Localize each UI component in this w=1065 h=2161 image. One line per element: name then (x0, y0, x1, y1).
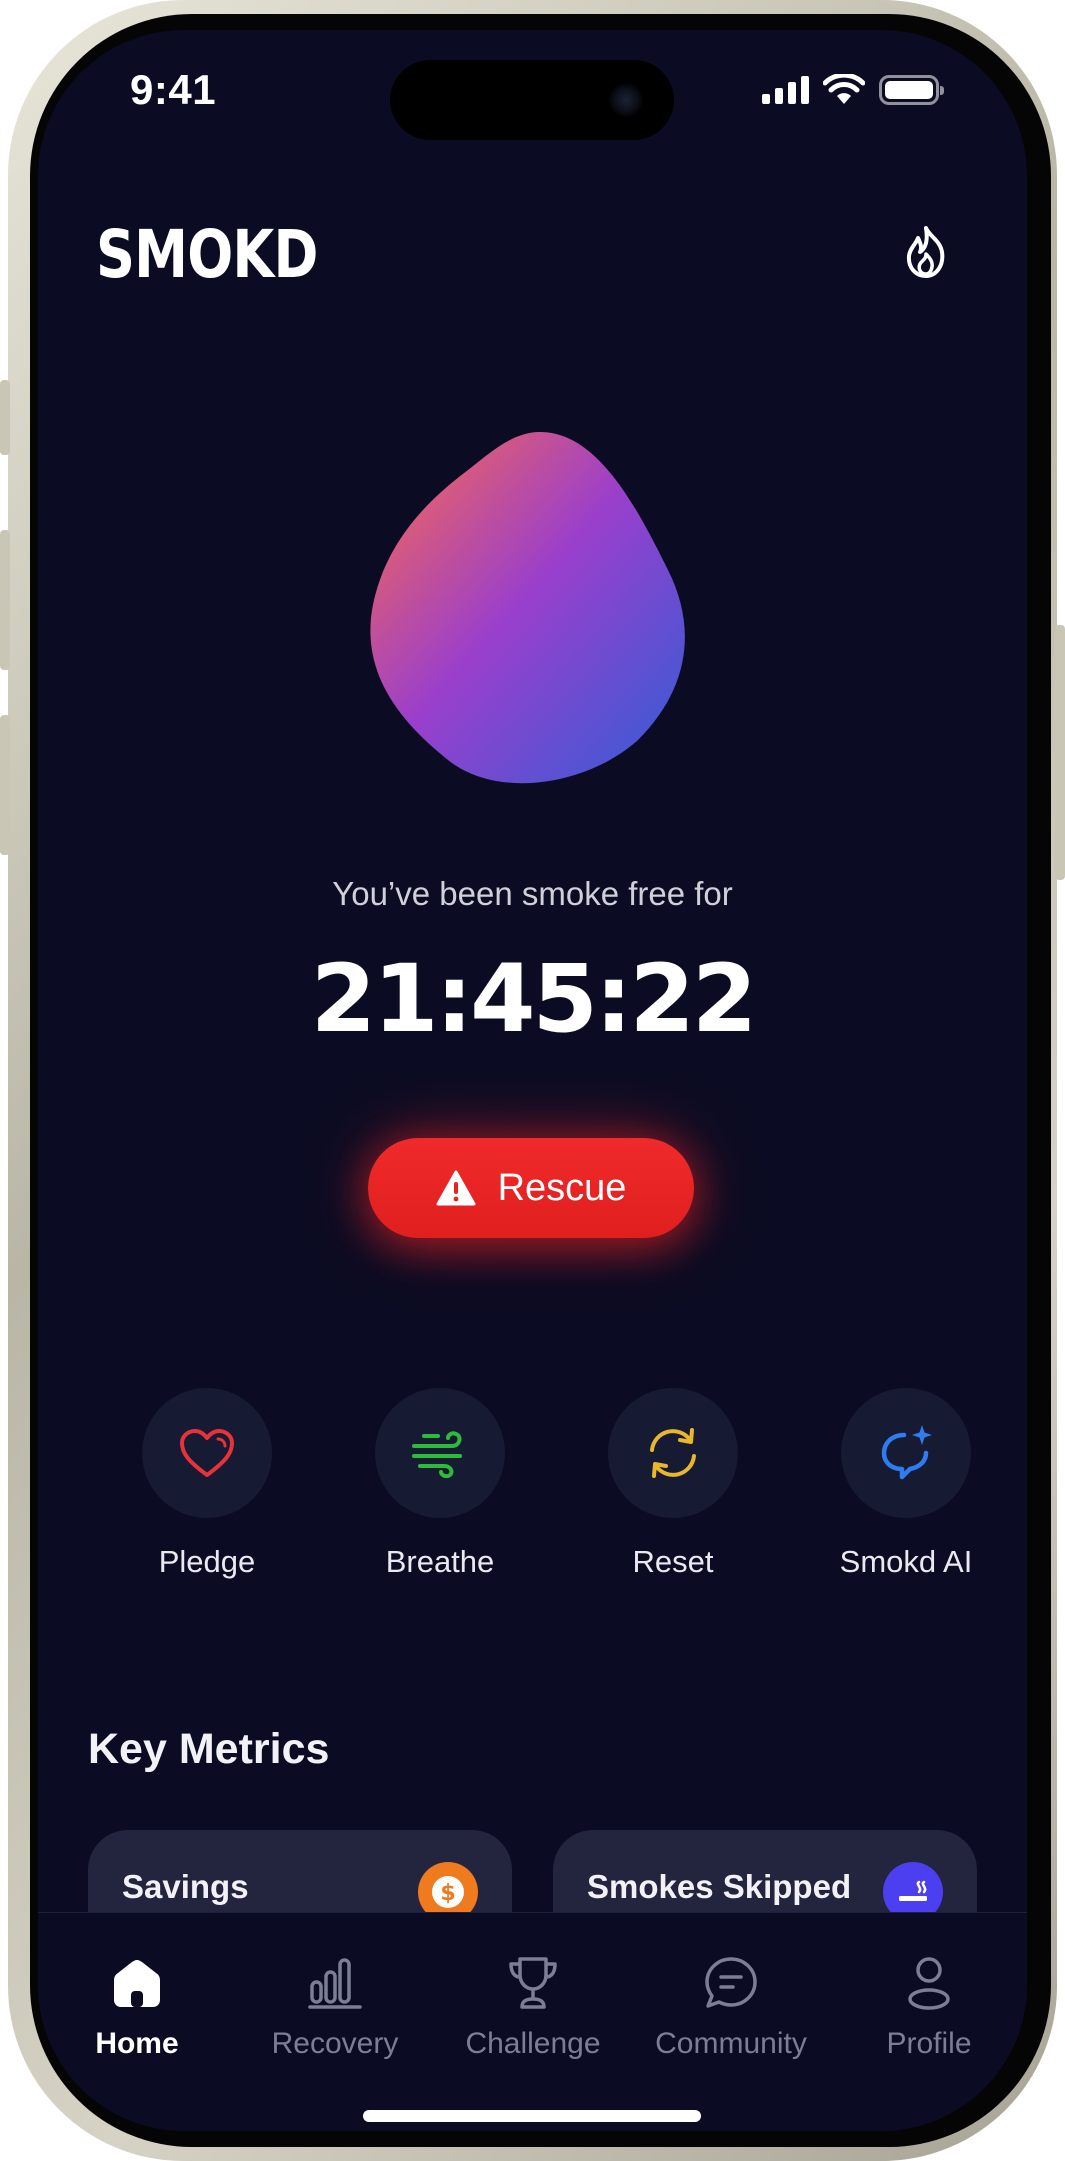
breathe-action[interactable]: Breathe (340, 1388, 540, 1580)
rescue-button[interactable]: Rescue (368, 1138, 694, 1238)
tab-home-label: Home (95, 2027, 179, 2060)
tab-community-label: Community (655, 2027, 807, 2060)
tab-profile-label: Profile (886, 2027, 972, 2060)
savings-label: Savings (122, 1868, 249, 1905)
tab-recovery[interactable]: Recovery (236, 1953, 434, 2061)
tab-recovery-label: Recovery (271, 2027, 399, 2060)
wifi-icon (823, 74, 865, 104)
power-button (1055, 625, 1065, 880)
dynamic-island (390, 60, 674, 140)
app-screen: 9:41 SMOKD You’ve been smoke free for 21… (38, 30, 1027, 2131)
svg-text:$: $ (440, 1881, 455, 1906)
smokd-ai-label: Smokd AI (839, 1544, 973, 1579)
wind-icon (412, 1431, 462, 1478)
heart-icon (180, 1429, 234, 1477)
smoke-free-label: You’ve been smoke free for (332, 875, 733, 912)
flame-icon[interactable] (896, 222, 956, 282)
trophy-icon (509, 1957, 557, 2009)
refresh-icon (650, 1428, 696, 1478)
ai-chat-icon (881, 1425, 932, 1480)
progress-orb (370, 431, 685, 784)
status-time: 9:41 (130, 66, 217, 113)
warning-icon (436, 1170, 476, 1206)
app-logo: SMOKD (96, 216, 318, 293)
key-metrics-title: Key Metrics (88, 1725, 330, 1773)
tab-challenge-label: Challenge (465, 2027, 601, 2060)
smokd-ai-action[interactable]: Smokd AI (806, 1388, 1006, 1580)
volume-up-button (0, 530, 10, 670)
bar-chart-icon (308, 1958, 362, 2009)
battery-icon (879, 75, 944, 105)
rescue-label: Rescue (497, 1166, 627, 1209)
tab-community[interactable]: Community (632, 1953, 830, 2061)
volume-down-button (0, 715, 10, 855)
reset-action[interactable]: Reset (573, 1388, 773, 1580)
status-indicators (762, 74, 944, 106)
camera-icon (608, 82, 644, 118)
tab-bar: Home Recovery Challenge Community Profil… (38, 1912, 1027, 2131)
chat-icon (705, 1957, 757, 2008)
home-indicator[interactable] (363, 2110, 701, 2122)
smoke-free-timer: 21:45:22 (310, 945, 758, 1054)
cellular-signal-icon (762, 76, 809, 104)
action-button (0, 380, 10, 455)
pledge-label: Pledge (158, 1544, 256, 1579)
user-icon (908, 1957, 950, 2010)
smokes-skipped-label: Smokes Skipped (587, 1868, 852, 1905)
tab-home[interactable]: Home (38, 1953, 236, 2061)
reset-label: Reset (632, 1544, 714, 1579)
tab-profile[interactable]: Profile (830, 1953, 1027, 2061)
home-icon (114, 1960, 160, 2007)
tab-challenge[interactable]: Challenge (434, 1953, 632, 2061)
pledge-action[interactable]: Pledge (107, 1388, 307, 1580)
breathe-label: Breathe (385, 1544, 495, 1579)
